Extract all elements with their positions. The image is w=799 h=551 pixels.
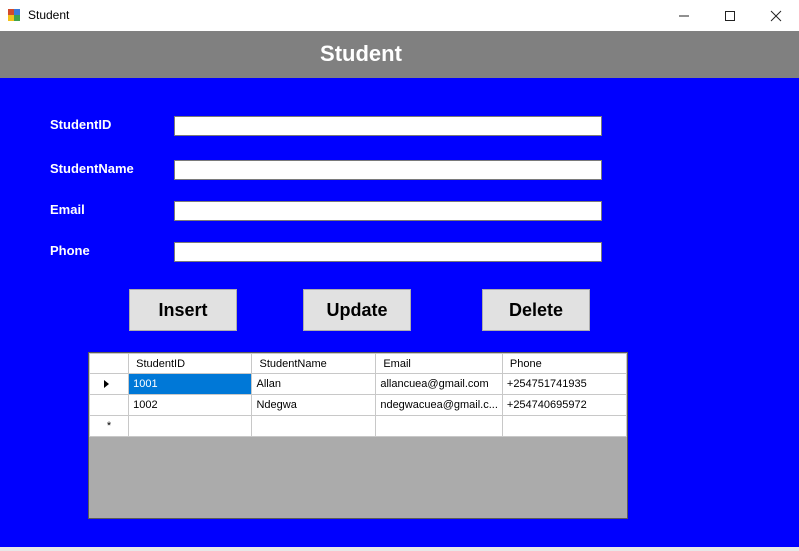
cell-studentname[interactable]: Allan	[251, 373, 377, 395]
current-row-icon	[103, 380, 109, 389]
window-title: Student	[28, 8, 70, 22]
new-row-marker: *	[89, 415, 130, 437]
row-header[interactable]	[89, 394, 130, 416]
student-name-input[interactable]	[174, 160, 602, 180]
column-header-studentname[interactable]: StudentName	[251, 353, 377, 374]
cell-email[interactable]: ndegwacuea@gmail.c...	[375, 394, 503, 416]
new-row[interactable]: *	[89, 415, 627, 437]
grid-header-row: StudentID StudentName Email Phone	[89, 353, 627, 374]
student-id-input[interactable]	[174, 116, 602, 136]
cell-email[interactable]: allancuea@gmail.com	[375, 373, 503, 395]
new-cell[interactable]	[251, 415, 377, 437]
email-input[interactable]	[174, 201, 602, 221]
new-cell[interactable]	[375, 415, 503, 437]
cell-phone[interactable]: +254751741935	[501, 373, 627, 395]
maximize-button[interactable]	[707, 0, 753, 31]
student-id-label: StudentID	[50, 117, 112, 132]
maximize-icon	[725, 11, 735, 21]
taskbar-edge	[0, 547, 799, 551]
close-icon	[770, 10, 782, 22]
cell-studentid[interactable]: 1001	[128, 373, 253, 395]
column-header-phone[interactable]: Phone	[501, 353, 627, 374]
header-panel: Student	[0, 31, 799, 78]
new-cell[interactable]	[501, 415, 627, 437]
cell-studentname[interactable]: Ndegwa	[251, 394, 377, 416]
grid-corner-cell[interactable]	[89, 353, 130, 374]
delete-button[interactable]: Delete	[482, 289, 590, 331]
cell-phone[interactable]: +254740695972	[501, 394, 627, 416]
grid-table: StudentID StudentName Email Phone 1001 A…	[89, 353, 627, 437]
row-header[interactable]	[89, 373, 130, 395]
table-row[interactable]: 1002 Ndegwa ndegwacuea@gmail.c... +25474…	[89, 394, 627, 416]
phone-input[interactable]	[174, 242, 602, 262]
student-name-label: StudentName	[50, 161, 134, 176]
title-bar: Student	[0, 0, 799, 31]
insert-button[interactable]: Insert	[129, 289, 237, 331]
new-cell[interactable]	[128, 415, 253, 437]
close-button[interactable]	[753, 0, 799, 31]
minimize-icon	[679, 15, 689, 17]
column-header-studentid[interactable]: StudentID	[128, 353, 253, 374]
cell-studentid[interactable]: 1002	[128, 394, 253, 416]
email-label: Email	[50, 202, 85, 217]
student-data-grid[interactable]: StudentID StudentName Email Phone 1001 A…	[88, 352, 628, 519]
column-header-email[interactable]: Email	[375, 353, 503, 374]
page-title: Student	[320, 41, 402, 66]
table-row[interactable]: 1001 Allan allancuea@gmail.com +25475174…	[89, 373, 627, 395]
minimize-button[interactable]	[661, 0, 707, 31]
phone-label: Phone	[50, 243, 90, 258]
app-icon	[8, 9, 21, 21]
update-button[interactable]: Update	[303, 289, 411, 331]
